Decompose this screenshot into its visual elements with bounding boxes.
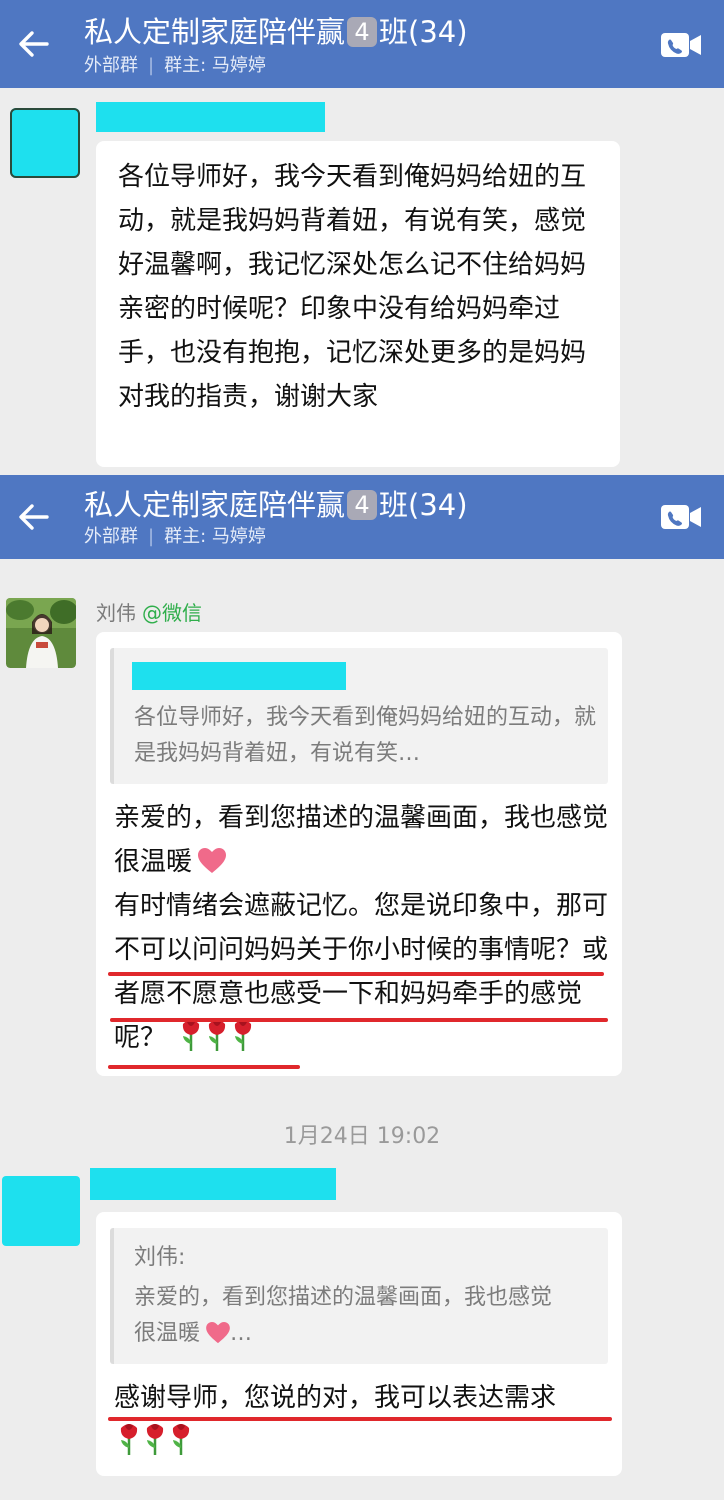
video-call-icon[interactable] [660,32,702,58]
group-title: 私人定制家庭陪伴赢 4 班(34) [84,15,468,49]
rose-emojis [178,1016,256,1060]
sender-name: 刘伟 [96,601,136,625]
heart-emoji [206,1322,230,1344]
quoted-text: 亲爱的，看到您描述的温馨画面，我也感觉很温暖… [134,1285,553,1346]
rose-emojis [116,1420,194,1464]
group-subtitle: 外部群 | 群主: 马婷婷 [84,526,266,547]
chat-header: 私人定制家庭陪伴赢 4 班(34) 外部群 | 群主: 马婷婷 [0,0,724,88]
rose-emoji [208,1020,226,1051]
red-underline [108,972,604,976]
group-title: 私人定制家庭陪伴赢 4 班(34) [84,488,468,522]
red-underline [108,1065,300,1069]
video-call-icon[interactable] [660,504,702,530]
quoted-text: 各位导师好，我今天看到俺妈妈给妞的互动，就是我妈妈背着妞，有说有笑… [134,705,597,766]
external-group-tag: 外部群 [84,526,138,547]
message-bubble[interactable]: 各位导师好，我今天看到俺妈妈给妞的互动，就是我妈妈背着妞，有说有笑… 亲爱的，看… [96,632,622,1076]
avatar[interactable] [10,108,80,178]
message-text: 各位导师好，我今天看到俺妈妈给妞的互动，就是我妈妈背着妞，有说有笑，感觉好温馨啊… [118,162,587,412]
rose-emoji [234,1020,252,1051]
redacted-sender-name [96,102,325,132]
external-group-tag: 外部群 [84,55,138,76]
group-owner: 群主: 马婷婷 [164,55,266,76]
red-underline [108,1417,612,1421]
back-arrow-icon[interactable] [14,24,54,64]
sender-label: 刘伟 @微信 [96,597,202,626]
rose-emoji [120,1424,138,1455]
quoted-message[interactable]: 刘伟: 亲爱的，看到您描述的温馨画面，我也感觉很温暖… [110,1228,608,1364]
redacted-sender-name [90,1168,336,1200]
group-subtitle: 外部群 | 群主: 马婷婷 [84,55,266,76]
number-badge: 4 [347,490,378,520]
number-badge: 4 [347,17,378,47]
heart-emoji [198,848,227,873]
chat-header: 私人定制家庭陪伴赢 4 班(34) 外部群 | 群主: 马婷婷 [0,475,724,559]
quoted-message[interactable]: 各位导师好，我今天看到俺妈妈给妞的互动，就是我妈妈背着妞，有说有笑… [110,648,608,784]
group-owner: 群主: 马婷婷 [164,526,266,547]
redacted-quote-author [132,662,346,690]
message-bubble[interactable]: 刘伟: 亲爱的，看到您描述的温馨画面，我也感觉很温暖… 感谢导师，您说的对，我可… [96,1212,622,1476]
avatar[interactable] [6,598,76,668]
message-bubble[interactable]: 各位导师好，我今天看到俺妈妈给妞的互动，就是我妈妈背着妞，有说有笑，感觉好温馨啊… [96,141,620,467]
avatar[interactable] [2,1176,80,1246]
quote-author: 刘伟: [134,1245,186,1270]
red-underline [110,1018,608,1022]
wechat-tag: @微信 [142,601,202,625]
rose-emoji [182,1020,200,1051]
rose-emoji [146,1424,164,1455]
rose-emoji [172,1424,190,1455]
timestamp: 1月24日 19:02 [283,1124,441,1149]
back-arrow-icon[interactable] [14,497,54,537]
